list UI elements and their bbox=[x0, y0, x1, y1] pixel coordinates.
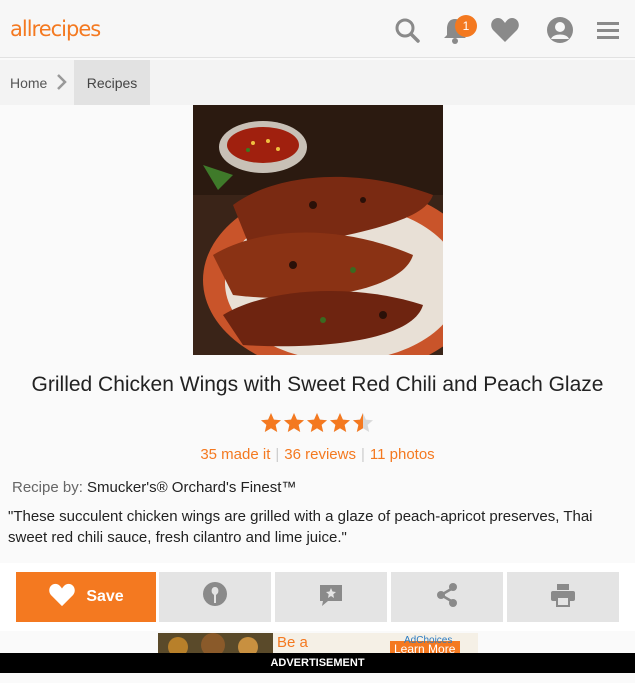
breadcrumb: Home Recipes bbox=[0, 60, 635, 105]
site-header: allrecipes 1 bbox=[0, 0, 635, 58]
star-icon bbox=[307, 413, 327, 432]
review-button[interactable] bbox=[275, 572, 387, 622]
heart-icon bbox=[48, 583, 76, 612]
star-icon bbox=[330, 413, 350, 432]
menu-icon[interactable] bbox=[594, 16, 622, 44]
made-it-button[interactable] bbox=[159, 572, 271, 622]
made-it-icon bbox=[202, 581, 228, 614]
advertisement-banner[interactable]: Be a AdChoices Learn More bbox=[158, 633, 478, 653]
print-icon bbox=[549, 582, 577, 613]
breadcrumb-recipes[interactable]: Recipes bbox=[74, 60, 150, 105]
recipe-author: Recipe by: Smucker's® Orchard's Finest™ bbox=[12, 479, 296, 496]
notification-badge: 1 bbox=[455, 15, 477, 37]
user-icon[interactable] bbox=[546, 16, 574, 44]
photos-link[interactable]: 11 photos bbox=[370, 446, 435, 463]
print-button[interactable] bbox=[507, 572, 619, 622]
divider: | bbox=[360, 446, 365, 463]
recipe-by-label: Recipe by: bbox=[12, 479, 83, 496]
star-icon bbox=[261, 413, 281, 432]
star-icon bbox=[284, 413, 304, 432]
share-button[interactable] bbox=[391, 572, 503, 622]
heart-icon[interactable] bbox=[489, 16, 521, 44]
recipe-title: Grilled Chicken Wings with Sweet Red Chi… bbox=[31, 373, 604, 396]
recipe-photo[interactable] bbox=[193, 105, 443, 355]
ad-cta[interactable]: Learn More bbox=[394, 642, 455, 653]
recipe-description: "These succulent chicken wings are grill… bbox=[8, 508, 593, 546]
breadcrumb-home[interactable]: Home bbox=[10, 75, 47, 91]
ad-text: Be a bbox=[277, 634, 308, 651]
made-it-link[interactable]: 35 made it bbox=[200, 446, 270, 463]
share-icon bbox=[434, 582, 460, 613]
rating-stars[interactable] bbox=[260, 412, 374, 433]
search-icon[interactable] bbox=[393, 16, 421, 44]
save-label: Save bbox=[86, 588, 124, 605]
action-bar: Save bbox=[0, 563, 635, 631]
chevron-right-icon bbox=[56, 72, 68, 97]
allrecipes-logo[interactable]: allrecipes bbox=[10, 17, 101, 41]
reviews-link[interactable]: 36 reviews bbox=[284, 446, 356, 463]
advertisement-label: ADVERTISEMENT bbox=[0, 653, 635, 673]
recipe-meta: 35 made it | 36 reviews | 11 photos bbox=[0, 446, 635, 463]
save-button[interactable]: Save bbox=[16, 572, 156, 622]
author-name[interactable]: Smucker's® Orchard's Finest™ bbox=[87, 479, 296, 496]
divider: | bbox=[275, 446, 280, 463]
star-icon bbox=[353, 413, 373, 432]
review-icon bbox=[318, 582, 344, 613]
